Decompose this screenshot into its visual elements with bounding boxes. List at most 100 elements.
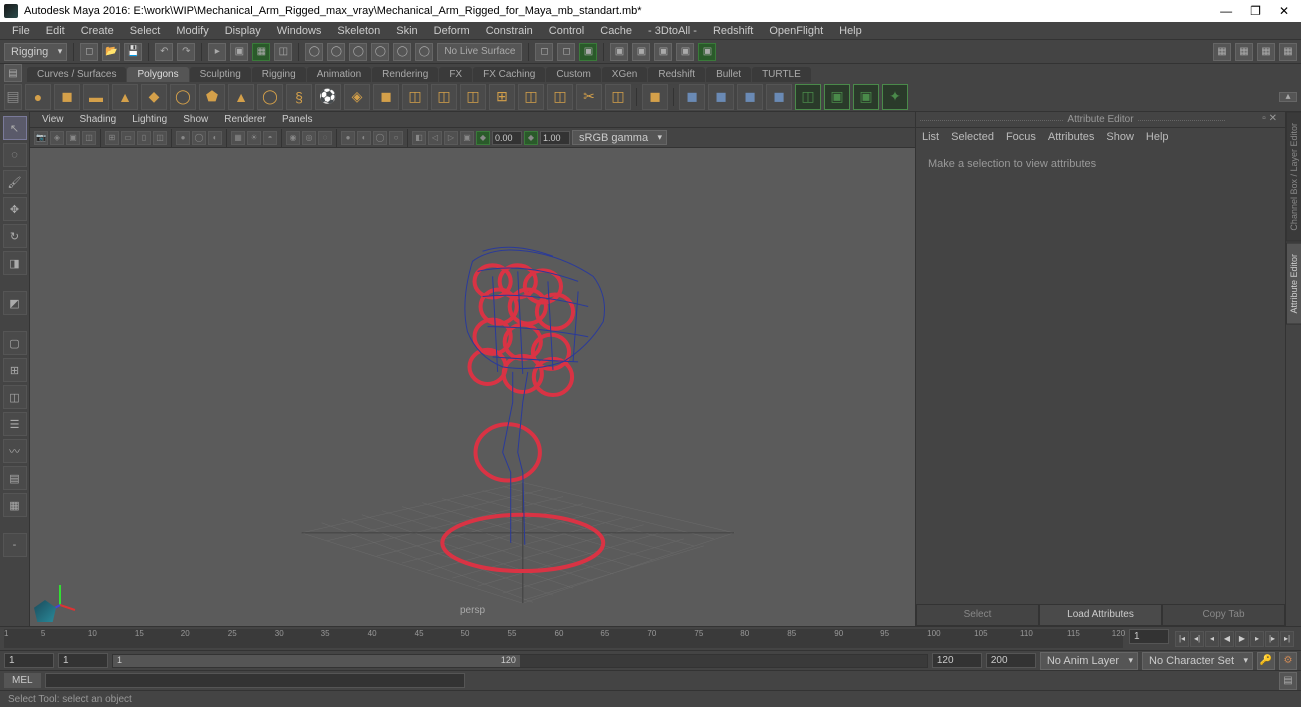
menu-display[interactable]: Display [217, 23, 269, 39]
step-back-icon[interactable]: ◂ [1205, 631, 1219, 647]
vt-green2-icon[interactable]: ◆ [524, 131, 538, 145]
mirror-icon[interactable]: ◼ [679, 84, 705, 110]
play-forward-icon[interactable]: ▶ [1235, 631, 1249, 647]
poly-type-icon[interactable]: ◼ [373, 84, 399, 110]
retopo-icon[interactable]: ✦ [882, 84, 908, 110]
vmenu-show[interactable]: Show [175, 113, 216, 126]
insert-loop-icon[interactable]: ◫ [547, 84, 573, 110]
shelf-tab-fxcaching[interactable]: FX Caching [473, 67, 545, 82]
menu-skin[interactable]: Skin [388, 23, 425, 39]
shelf-tab-animation[interactable]: Animation [307, 67, 371, 82]
boolean-inter-icon[interactable]: ▣ [853, 84, 879, 110]
menu-edit[interactable]: Edit [38, 23, 73, 39]
vt-frame-icon[interactable]: ▣ [460, 131, 474, 145]
step-back-key-icon[interactable]: ◂| [1190, 631, 1204, 647]
range-end-inner-input[interactable] [932, 653, 982, 668]
vt-tex-icon[interactable]: ▦ [231, 131, 245, 145]
poly-platonic-icon[interactable]: ◈ [344, 84, 370, 110]
smooth-icon[interactable]: ◼ [642, 84, 668, 110]
live-surface-label[interactable]: No Live Surface [437, 43, 522, 61]
go-start-icon[interactable]: |◂ [1175, 631, 1189, 647]
menu-windows[interactable]: Windows [269, 23, 330, 39]
vt-expose-icon[interactable]: ◧ [412, 131, 426, 145]
vtab-channel-box[interactable]: Channel Box / Layer Editor [1286, 112, 1301, 242]
vt-green1-icon[interactable]: ◆ [476, 131, 490, 145]
snap-curve-icon[interactable]: ◯ [327, 43, 345, 61]
shelf-tab-sculpting[interactable]: Sculpting [190, 67, 251, 82]
exposure-input[interactable] [492, 131, 522, 145]
vt-bookmark-icon[interactable]: ◈ [50, 131, 64, 145]
vt-ao-icon[interactable]: ● [341, 131, 355, 145]
menu-skeleton[interactable]: Skeleton [329, 23, 388, 39]
vt-motion-icon[interactable]: ◐ [357, 131, 371, 145]
shelf-tab-polygons[interactable]: Polygons [127, 67, 188, 82]
menu-create[interactable]: Create [73, 23, 122, 39]
create-poly-icon[interactable]: ◼ [766, 84, 792, 110]
poly-cylinder-icon[interactable]: ▬ [83, 84, 109, 110]
vt-grid-icon[interactable]: ⊞ [105, 131, 119, 145]
target-weld-icon[interactable]: ◫ [605, 84, 631, 110]
shelf-tab-fx[interactable]: FX [439, 67, 472, 82]
vt-shade-icon[interactable]: ● [176, 131, 190, 145]
select-hierarchy-icon[interactable]: ▸ [208, 43, 226, 61]
save-scene-icon[interactable]: 💾 [124, 43, 142, 61]
poly-cone-icon[interactable]: ▲ [112, 84, 138, 110]
vmenu-view[interactable]: View [34, 113, 72, 126]
poly-pyramid-icon[interactable]: ▲ [228, 84, 254, 110]
gamma-input[interactable] [540, 131, 570, 145]
render-settings-icon[interactable]: ▣ [654, 43, 672, 61]
hypershade-layout-icon[interactable]: ▤ [3, 466, 27, 490]
anim-layer-dropdown[interactable]: No Anim Layer [1040, 652, 1138, 670]
snap-grid-icon[interactable]: ◯ [305, 43, 323, 61]
range-start-outer-input[interactable] [4, 653, 54, 668]
poly-helix-icon[interactable]: § [286, 84, 312, 110]
shelf-tab-curves[interactable]: Curves / Surfaces [27, 67, 126, 82]
hypershade-icon[interactable]: ▣ [676, 43, 694, 61]
viewport-3d[interactable]: persp [30, 148, 915, 626]
vt-prev-icon[interactable]: ◁ [428, 131, 442, 145]
character-set-dropdown[interactable]: No Character Set [1142, 652, 1253, 670]
scale-tool-icon[interactable]: ◨ [3, 251, 27, 275]
amenu-focus[interactable]: Focus [1006, 131, 1036, 143]
vt-res-icon[interactable]: ◫ [153, 131, 167, 145]
quad-draw-icon[interactable]: ◼ [737, 84, 763, 110]
vmenu-renderer[interactable]: Renderer [216, 113, 274, 126]
make-live-icon[interactable]: ◯ [415, 43, 433, 61]
render-icon[interactable]: ▣ [579, 43, 597, 61]
four-view-icon[interactable]: ⊞ [3, 358, 27, 382]
bevel-icon[interactable]: ◫ [518, 84, 544, 110]
menuset-dropdown[interactable]: Rigging [4, 43, 67, 61]
collapse-icon[interactable]: - [3, 533, 27, 557]
menu-openflight[interactable]: OpenFlight [761, 23, 831, 39]
vt-wire-icon[interactable]: ◯ [192, 131, 206, 145]
outliner-icon[interactable]: ☰ [3, 412, 27, 436]
vt-film-icon[interactable]: ▭ [121, 131, 135, 145]
autokey-icon[interactable]: 🔑 [1257, 652, 1275, 670]
snap-live-icon[interactable]: ◯ [393, 43, 411, 61]
timeline-track[interactable]: 1 5 10 15 20 25 30 35 40 45 50 55 60 65 … [4, 629, 1123, 648]
shelf-options-icon[interactable]: ▤ [4, 84, 22, 110]
combine-icon[interactable]: ◫ [402, 84, 428, 110]
range-thumb[interactable]: 1 120 [113, 655, 520, 667]
sculpt-icon[interactable]: ◼ [708, 84, 734, 110]
boolean-diff-icon[interactable]: ▣ [824, 84, 850, 110]
poly-prism-icon[interactable]: ⬟ [199, 84, 225, 110]
vmenu-shading[interactable]: Shading [72, 113, 125, 126]
graph-editor-icon[interactable]: 〰 [3, 439, 27, 463]
amenu-show[interactable]: Show [1106, 131, 1134, 143]
shelf-tab-custom[interactable]: Custom [546, 67, 600, 82]
shelf-tab-redshift[interactable]: Redshift [648, 67, 705, 82]
rotate-tool-icon[interactable]: ↻ [3, 224, 27, 248]
go-end-icon[interactable]: ▸| [1280, 631, 1294, 647]
attr-copy-button[interactable]: Copy Tab [1162, 604, 1285, 626]
menu-redshift[interactable]: Redshift [705, 23, 761, 39]
select-tool-icon[interactable]: ↖ [3, 116, 27, 140]
render-view-icon[interactable]: ▣ [610, 43, 628, 61]
poly-plane-icon[interactable]: ◆ [141, 84, 167, 110]
shelf-tab-turtle[interactable]: TURTLE [752, 67, 811, 82]
select-object-icon[interactable]: ▣ [230, 43, 248, 61]
boolean-union-icon[interactable]: ◫ [795, 84, 821, 110]
poly-sphere-icon[interactable]: ● [25, 84, 51, 110]
bridge-icon[interactable]: ⊞ [489, 84, 515, 110]
amenu-selected[interactable]: Selected [951, 131, 994, 143]
